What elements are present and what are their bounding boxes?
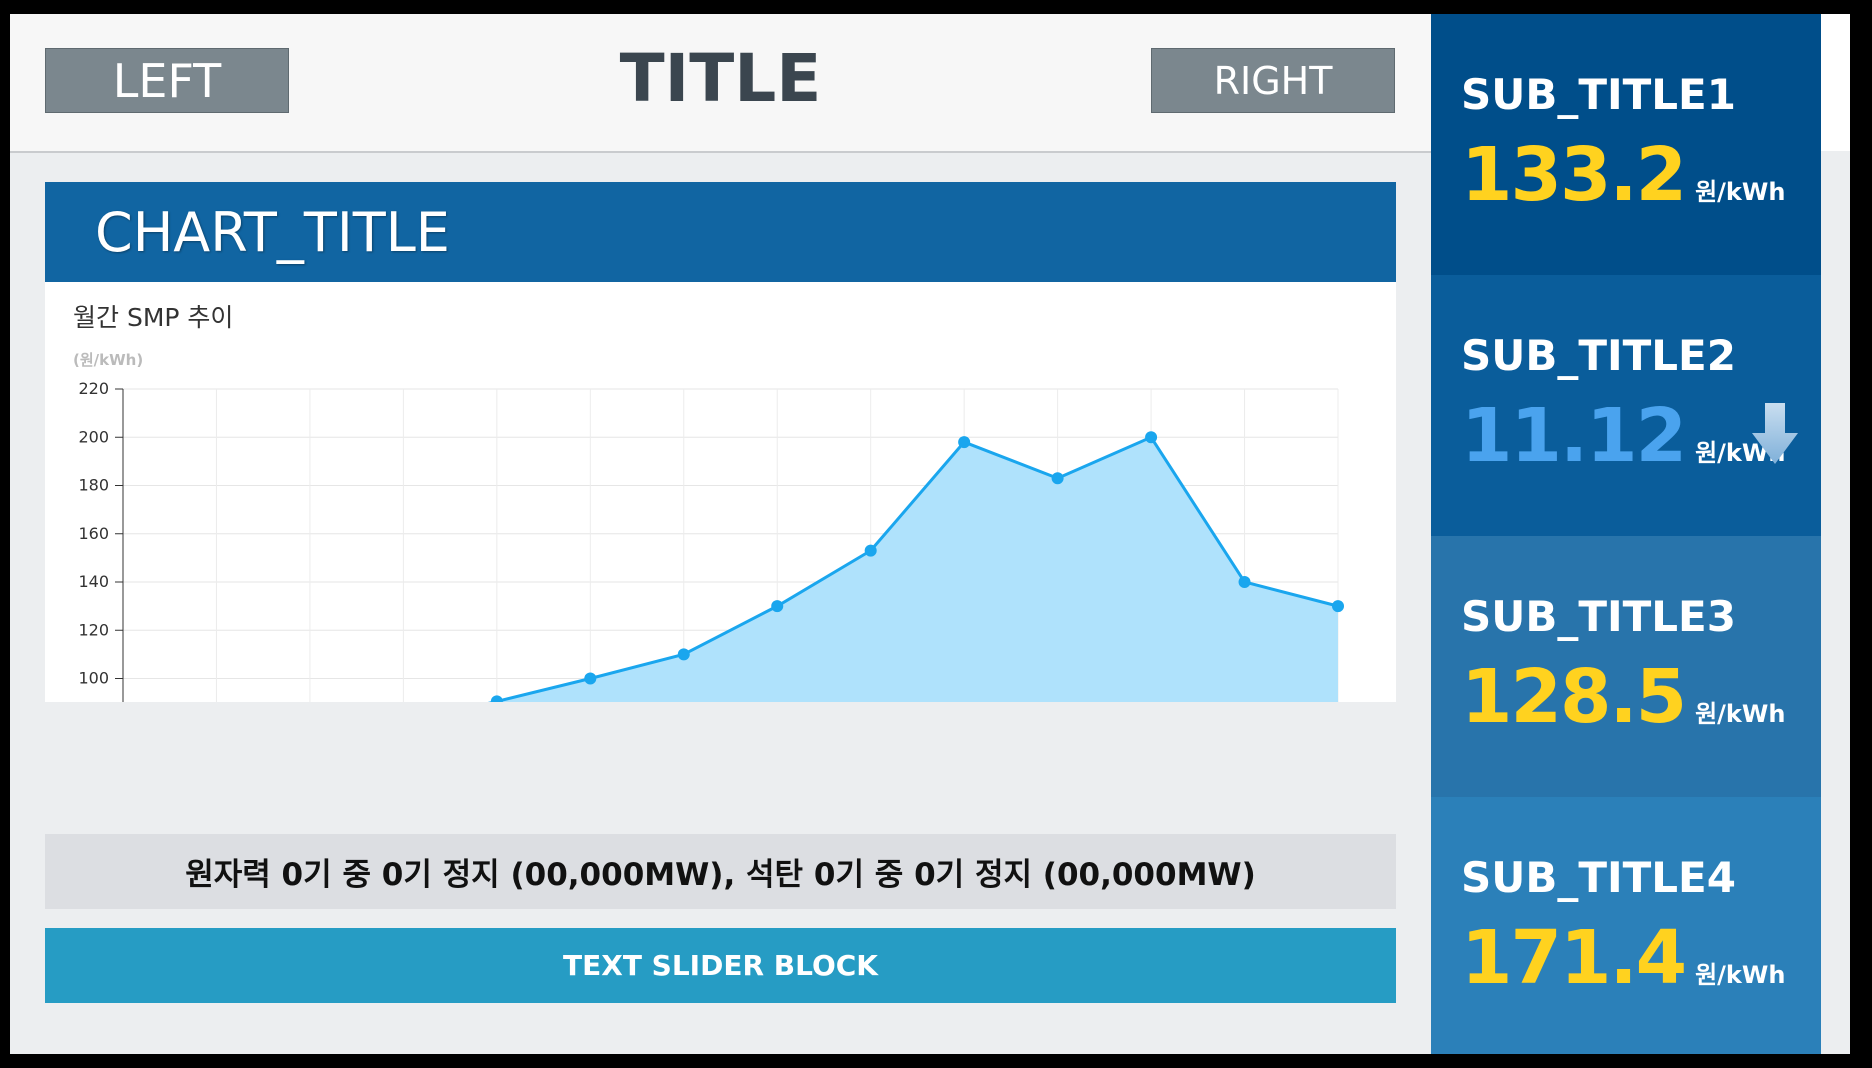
main-panel: LEFT TITLE RIGHT CHART_TITLE 월간 SMP 추이 (… xyxy=(10,14,1431,1054)
right-button[interactable]: RIGHT xyxy=(1151,48,1395,113)
chart-section-title: CHART_TITLE xyxy=(45,182,1396,282)
slider-text: TEXT SLIDER BLOCK xyxy=(563,949,878,982)
y-tick-label: 220 xyxy=(78,379,109,398)
right-edge-body xyxy=(1821,151,1850,1054)
series-area xyxy=(494,437,1338,702)
data-point xyxy=(1332,600,1344,613)
smp-chart: 월간 SMP 추이 (원/kWh) 6080100120140160180200… xyxy=(73,303,1344,702)
summary-card-4: SUB_TITLE4 171.4 원/kWh xyxy=(1431,797,1821,1054)
y-tick-label: 200 xyxy=(78,427,109,446)
card-value: 133.2 xyxy=(1461,132,1687,218)
card-unit: 원/kWh xyxy=(1695,178,1786,206)
y-tick-label: 120 xyxy=(78,620,109,639)
y-tick-label: 180 xyxy=(78,476,109,495)
data-point xyxy=(1145,431,1158,444)
card-title: SUB_TITLE1 xyxy=(1461,70,1736,119)
summary-card-1: SUB_TITLE1 133.2 원/kWh xyxy=(1431,14,1821,275)
data-point xyxy=(677,648,690,661)
chart-panel: 월간 SMP 추이 (원/kWh) 6080100120140160180200… xyxy=(45,282,1396,702)
data-point xyxy=(958,436,971,449)
top-bar: LEFT TITLE RIGHT xyxy=(10,14,1431,153)
data-point xyxy=(864,544,877,557)
data-point xyxy=(771,600,784,613)
chart-title: 월간 SMP 추이 xyxy=(73,303,233,332)
text-slider-block[interactable]: TEXT SLIDER BLOCK xyxy=(45,928,1396,1003)
card-title: SUB_TITLE3 xyxy=(1461,592,1736,641)
card-value: 128.5 xyxy=(1461,654,1687,740)
status-text: 원자력 0기 중 0기 정지 (00,000MW), 석탄 0기 중 0기 정지… xyxy=(185,857,1256,893)
summary-card-3: SUB_TITLE3 128.5 원/kWh xyxy=(1431,536,1821,797)
arrow-down-icon xyxy=(1752,403,1798,464)
card-unit: 원/kWh xyxy=(1695,961,1786,989)
card-title: SUB_TITLE4 xyxy=(1461,853,1736,902)
data-point xyxy=(490,695,503,702)
data-point xyxy=(1238,576,1251,588)
data-point xyxy=(584,672,597,685)
y-tick-label: 160 xyxy=(78,524,109,543)
y-tick-label: 100 xyxy=(78,669,109,688)
status-bar: 원자력 0기 중 0기 정지 (00,000MW), 석탄 0기 중 0기 정지… xyxy=(45,834,1396,909)
sidebar: SUB_TITLE1 133.2 원/kWh SUB_TITLE2 11.12 … xyxy=(1431,14,1821,1054)
card-unit: 원/kWh xyxy=(1695,700,1786,728)
summary-card-2: SUB_TITLE2 11.12 원/kWh xyxy=(1431,275,1821,536)
y-axis-unit-label: (원/kWh) xyxy=(73,351,143,369)
card-value: 171.4 xyxy=(1461,915,1687,1001)
right-edge-top xyxy=(1821,14,1850,151)
data-point xyxy=(1051,472,1064,485)
y-tick-label: 140 xyxy=(78,572,109,591)
card-value: 11.12 xyxy=(1461,393,1687,479)
card-title: SUB_TITLE2 xyxy=(1461,331,1736,380)
